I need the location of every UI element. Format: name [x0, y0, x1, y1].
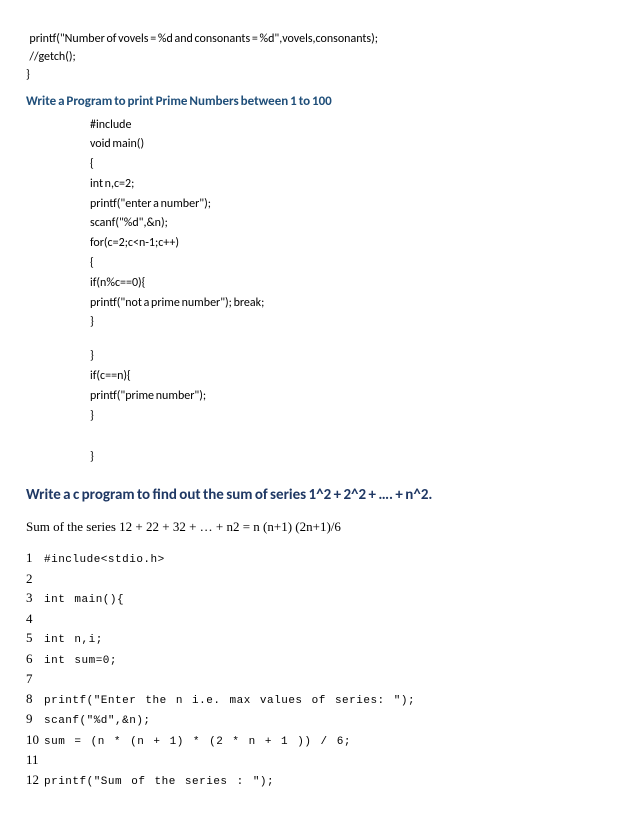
- line-number: 2: [26, 569, 42, 589]
- code-text: int n,i;: [44, 632, 103, 649]
- line-number: 10: [26, 730, 42, 750]
- top-code-block: printf("Number of vovels = %d and conson…: [26, 30, 612, 84]
- line-number: 9: [26, 709, 42, 729]
- line-number: 3: [26, 588, 42, 608]
- code-row: 9 scanf("%d",&n);: [26, 709, 612, 730]
- code-row: 11: [26, 750, 612, 770]
- code-row: 2: [26, 569, 612, 589]
- line-number: 11: [26, 750, 42, 770]
- line-number: 4: [26, 609, 42, 629]
- code-text: int main(){: [44, 592, 124, 609]
- code-line: if(n%c==0){: [90, 274, 612, 294]
- code-line: #include: [90, 116, 612, 136]
- code-line: scanf("%d",&n);: [90, 214, 612, 234]
- code-row: 12 printf("Sum of the series : ");: [26, 770, 612, 791]
- code-text: scanf("%d",&n);: [44, 713, 151, 730]
- line-number: 7: [26, 669, 42, 689]
- code-line: }: [90, 407, 612, 427]
- line-number: 8: [26, 689, 42, 709]
- line-number: 6: [26, 649, 42, 669]
- code-row: 8 printf("Enter the n i.e. max values of…: [26, 689, 612, 710]
- line-number: 5: [26, 628, 42, 648]
- prime-code-block: #include void main() { int n,c=2; printf…: [90, 116, 612, 469]
- code-line: printf("enter a number");: [90, 195, 612, 215]
- code-row: 6 int sum=0;: [26, 649, 612, 670]
- code-row: 3 int main(){: [26, 588, 612, 609]
- code-row: 1 #include<stdio.h>: [26, 548, 612, 569]
- code-line: }: [90, 448, 612, 468]
- code-line: //getch();: [26, 48, 612, 66]
- code-row: 4: [26, 609, 612, 629]
- code-line: }: [90, 313, 612, 333]
- section-heading-sum: Write a c program to find out the sum of…: [26, 484, 612, 507]
- code-line: for(c=2;c<n-1;c++): [90, 234, 612, 254]
- code-text: sum = (n * (n + 1) * (2 * n + 1 )) / 6;: [44, 734, 351, 751]
- code-text: printf("Enter the n i.e. max values of s…: [44, 693, 415, 710]
- code-text: int sum=0;: [44, 653, 117, 670]
- code-line: printf("not a prime number"); break;: [90, 294, 612, 314]
- code-line: {: [90, 155, 612, 175]
- code-line: printf("Number of vovels = %d and conson…: [26, 30, 612, 48]
- formula-text: Sum of the series 12 + 22 + 32 + … + n2 …: [26, 517, 612, 537]
- line-number: 1: [26, 548, 42, 568]
- code-row: 5 int n,i;: [26, 628, 612, 649]
- code-line: {: [90, 254, 612, 274]
- code-line: printf("prime number");: [90, 387, 612, 407]
- code-line: }: [90, 347, 612, 367]
- code-text: printf("Sum of the series : ");: [44, 774, 274, 791]
- code-line: int n,c=2;: [90, 175, 612, 195]
- numbered-code-block: 1 #include<stdio.h> 2 3 int main(){ 4 5 …: [26, 548, 612, 790]
- code-row: 7: [26, 669, 612, 689]
- section-heading-prime: Write a Program to print Prime Numbers b…: [26, 92, 612, 112]
- code-line: if(c==n){: [90, 367, 612, 387]
- line-number: 12: [26, 770, 42, 790]
- code-line: void main(): [90, 135, 612, 155]
- code-row: 10 sum = (n * (n + 1) * (2 * n + 1 )) / …: [26, 730, 612, 751]
- code-line: }: [26, 66, 612, 84]
- code-text: #include<stdio.h>: [44, 552, 165, 569]
